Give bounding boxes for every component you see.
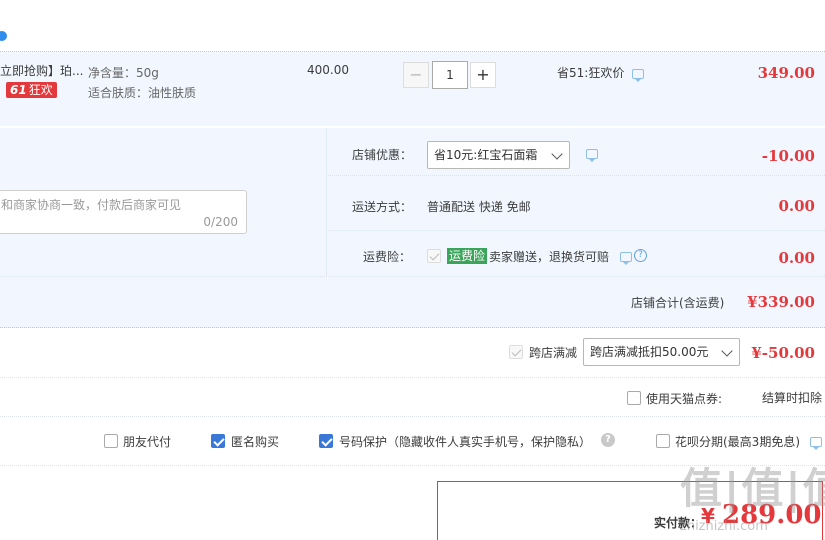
- tmall-points-note: 结算时扣除: [762, 391, 823, 405]
- message-placeholder: 和商家协商一致，付款后商家可见: [1, 198, 182, 212]
- huabei-label[interactable]: 花呗分期(最高3期免息): [675, 433, 800, 450]
- shipping-amount: 0.00: [778, 197, 815, 215]
- number-protect-checkbox[interactable]: [319, 434, 333, 448]
- shop-coupon-select[interactable]: 省10元:红宝石面霜: [427, 141, 570, 169]
- quantity-minus-button[interactable]: −: [403, 62, 429, 88]
- shipping-row-divider: [326, 230, 825, 231]
- tmall-points-checkbox[interactable]: [627, 391, 641, 405]
- message-icon[interactable]: [632, 69, 644, 82]
- quantity-plus-button[interactable]: +: [470, 62, 496, 88]
- insurance-label: 运费险：: [363, 250, 412, 264]
- chevron-down-icon: [551, 148, 563, 160]
- net-content: 净含量：50g: [88, 66, 159, 80]
- unit-price: 400.00: [307, 63, 349, 77]
- shop-total-amount: ¥339.00: [747, 293, 815, 311]
- shop-panel-bottom-divider: [0, 327, 825, 328]
- shop-total-label: 店铺合计(含运费): [631, 296, 725, 310]
- badge-text: 狂欢: [28, 83, 53, 97]
- insurance-tag: 运费险: [447, 248, 488, 264]
- help-icon[interactable]: ?: [601, 433, 615, 447]
- info-icon: [0, 31, 7, 41]
- shop-coupon-amount: -10.00: [761, 147, 815, 165]
- chevron-down-icon: [721, 345, 733, 357]
- shipping-value: 普通配送 快递 免邮: [427, 200, 531, 214]
- cross-store-select[interactable]: 跨店满减抵扣50.00元: [583, 338, 740, 366]
- promo-badge: 61 狂欢: [6, 82, 57, 98]
- panel-vertical-divider: [326, 128, 327, 276]
- message-icon[interactable]: [620, 252, 632, 265]
- anonymous-purchase-checkbox[interactable]: [211, 434, 225, 448]
- tmall-points-divider: [0, 416, 825, 417]
- insurance-checkbox: [427, 249, 441, 263]
- insurance-text: 卖家赠送，退换货可赔: [489, 250, 610, 264]
- huabei-checkbox[interactable]: [656, 434, 670, 448]
- cross-store-amount: ¥-50.00: [751, 344, 815, 362]
- cart-item-row: 立即抢购】珀... 61 狂欢 净含量：50g 适合肤质：油性肤质 400.00 …: [0, 52, 825, 126]
- cross-store-divider: [0, 377, 825, 378]
- number-protect-label[interactable]: 号码保护（隐藏收件人真实手机号，保护隐私）: [339, 433, 591, 450]
- help-icon[interactable]: ?: [634, 249, 647, 262]
- message-icon[interactable]: [810, 437, 822, 450]
- watermark-logo: 值|值|值: [680, 464, 825, 513]
- skin-type: 适合肤质：油性肤质: [88, 86, 197, 100]
- shop-total-divider: [0, 276, 825, 277]
- insurance-amount: 0.00: [778, 249, 815, 267]
- tmall-points-label: 使用天猫点券:: [646, 392, 723, 406]
- shop-coupon-select-value: 省10元:红宝石面霜: [434, 148, 538, 162]
- promo-text: 省51:狂欢价: [557, 66, 625, 80]
- watermark-url: zhizhizhi.com: [680, 519, 768, 534]
- quantity-input[interactable]: 1: [432, 61, 468, 89]
- cross-store-label: 跨店满减: [529, 346, 578, 360]
- coupon-row-divider: [326, 175, 825, 176]
- friend-pay-label[interactable]: 朋友代付: [123, 433, 171, 450]
- item-subtotal: 349.00: [757, 64, 815, 82]
- message-counter: 0/200: [203, 215, 238, 229]
- cross-store-checkbox: [509, 345, 523, 359]
- buyer-message-textarea[interactable]: 和商家协商一致，付款后商家可见 0/200: [0, 190, 247, 234]
- anonymous-purchase-label[interactable]: 匿名购买: [231, 433, 279, 450]
- message-icon[interactable]: [586, 149, 598, 162]
- friend-pay-checkbox[interactable]: [104, 434, 118, 448]
- cross-store-select-value: 跨店满减抵扣50.00元: [590, 345, 709, 359]
- badge-number: 61: [10, 83, 27, 97]
- shop-coupon-label: 店铺优惠：: [352, 148, 413, 162]
- product-title[interactable]: 立即抢购】珀...: [0, 62, 83, 79]
- shipping-label: 运送方式：: [352, 200, 413, 214]
